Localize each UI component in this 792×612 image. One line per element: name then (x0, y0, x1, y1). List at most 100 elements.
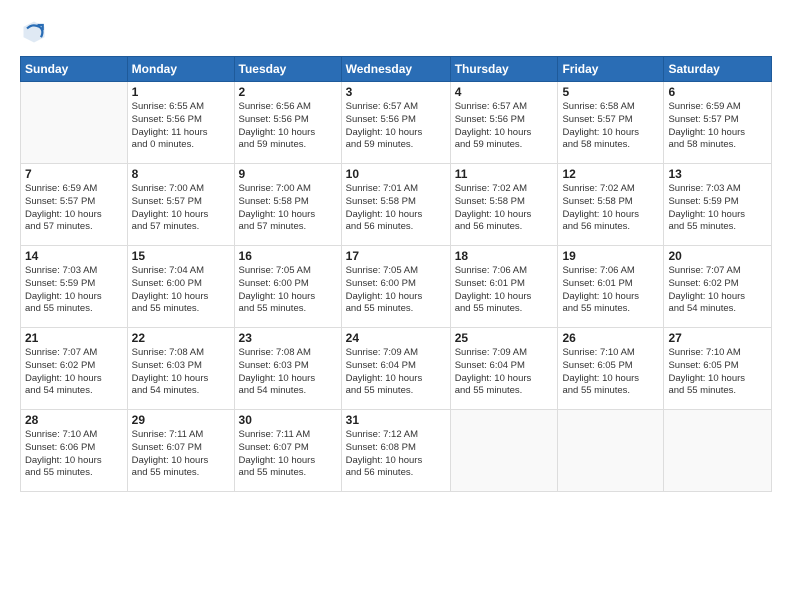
calendar-cell: 31 Sunrise: 7:12 AM Sunset: 6:08 PM Dayli… (341, 410, 450, 492)
day-number: 23 (239, 331, 337, 345)
calendar-cell: 18 Sunrise: 7:06 AM Sunset: 6:01 PM Dayli… (450, 246, 558, 328)
day-number: 8 (132, 167, 230, 181)
weekday-header-monday: Monday (127, 57, 234, 82)
calendar-cell (664, 410, 772, 492)
day-number: 24 (346, 331, 446, 345)
logo-icon (20, 18, 48, 46)
day-number: 12 (562, 167, 659, 181)
calendar-cell: 12 Sunrise: 7:02 AM Sunset: 5:58 PM Dayli… (558, 164, 664, 246)
calendar-cell: 25Sunrise: 7:09 AM Sunset: 6:04 PM Dayli… (450, 328, 558, 410)
cell-info: Sunrise: 7:07 AM Sunset: 6:02 PM Dayligh… (25, 347, 123, 398)
calendar-cell: 11Sunrise: 7:02 AM Sunset: 5:58 PM Dayli… (450, 164, 558, 246)
cell-info: Sunrise: 7:06 AM Sunset: 6:01 PM Dayligh… (562, 265, 659, 316)
day-number: 6 (668, 85, 767, 99)
day-number: 16 (239, 249, 337, 263)
calendar-cell: 4 Sunrise: 6:57 AM Sunset: 5:56 PM Daylig… (450, 82, 558, 164)
week-row-3: 14 Sunrise: 7:03 AM Sunset: 5:59 PM Dayli… (21, 246, 772, 328)
cell-info: Sunrise: 7:02 AM Sunset: 5:58 PM Dayligh… (562, 183, 659, 234)
day-number: 4 (455, 85, 554, 99)
calendar-cell: 15 Sunrise: 7:04 AM Sunset: 6:00 PM Dayli… (127, 246, 234, 328)
cell-info: Sunrise: 7:09 AM Sunset: 6:04 PM Dayligh… (455, 347, 554, 398)
calendar-cell: 27 Sunrise: 7:10 AM Sunset: 6:05 PM Dayli… (664, 328, 772, 410)
calendar-cell: 21 Sunrise: 7:07 AM Sunset: 6:02 PM Dayli… (21, 328, 128, 410)
day-number: 13 (668, 167, 767, 181)
calendar-cell: 3 Sunrise: 6:57 AM Sunset: 5:56 PM Daylig… (341, 82, 450, 164)
page: SundayMondayTuesdayWednesdayThursdayFrid… (0, 0, 792, 612)
day-number: 19 (562, 249, 659, 263)
day-number: 2 (239, 85, 337, 99)
cell-info: Sunrise: 7:10 AM Sunset: 6:06 PM Dayligh… (25, 429, 123, 480)
calendar-cell (558, 410, 664, 492)
day-number: 7 (25, 167, 123, 181)
day-number: 10 (346, 167, 446, 181)
calendar-cell: 26Sunrise: 7:10 AM Sunset: 6:05 PM Dayli… (558, 328, 664, 410)
day-number: 1 (132, 85, 230, 99)
cell-info: Sunrise: 6:55 AM Sunset: 5:56 PM Dayligh… (132, 101, 230, 152)
cell-info: Sunrise: 6:59 AM Sunset: 5:57 PM Dayligh… (668, 101, 767, 152)
day-number: 18 (455, 249, 554, 263)
day-number: 30 (239, 413, 337, 427)
calendar-cell: 20Sunrise: 7:07 AM Sunset: 6:02 PM Dayli… (664, 246, 772, 328)
cell-info: Sunrise: 7:11 AM Sunset: 6:07 PM Dayligh… (132, 429, 230, 480)
day-number: 21 (25, 331, 123, 345)
week-row-1: 1 Sunrise: 6:55 AM Sunset: 5:56 PM Daylig… (21, 82, 772, 164)
weekday-header-thursday: Thursday (450, 57, 558, 82)
calendar-cell: 2 Sunrise: 6:56 AM Sunset: 5:56 PM Daylig… (234, 82, 341, 164)
weekday-header-row: SundayMondayTuesdayWednesdayThursdayFrid… (21, 57, 772, 82)
calendar-cell: 30 Sunrise: 7:11 AM Sunset: 6:07 PM Dayli… (234, 410, 341, 492)
cell-info: Sunrise: 6:59 AM Sunset: 5:57 PM Dayligh… (25, 183, 123, 234)
day-number: 27 (668, 331, 767, 345)
day-number: 17 (346, 249, 446, 263)
weekday-header-sunday: Sunday (21, 57, 128, 82)
cell-info: Sunrise: 7:10 AM Sunset: 6:05 PM Dayligh… (668, 347, 767, 398)
weekday-header-wednesday: Wednesday (341, 57, 450, 82)
calendar-cell: 14 Sunrise: 7:03 AM Sunset: 5:59 PM Dayli… (21, 246, 128, 328)
cell-info: Sunrise: 7:05 AM Sunset: 6:00 PM Dayligh… (239, 265, 337, 316)
weekday-header-saturday: Saturday (664, 57, 772, 82)
cell-info: Sunrise: 7:10 AM Sunset: 6:05 PM Dayligh… (562, 347, 659, 398)
cell-info: Sunrise: 7:00 AM Sunset: 5:58 PM Dayligh… (239, 183, 337, 234)
calendar-cell: 17Sunrise: 7:05 AM Sunset: 6:00 PM Dayli… (341, 246, 450, 328)
cell-info: Sunrise: 7:12 AM Sunset: 6:08 PM Dayligh… (346, 429, 446, 480)
cell-info: Sunrise: 7:00 AM Sunset: 5:57 PM Dayligh… (132, 183, 230, 234)
cell-info: Sunrise: 6:57 AM Sunset: 5:56 PM Dayligh… (346, 101, 446, 152)
calendar-cell: 5 Sunrise: 6:58 AM Sunset: 5:57 PM Daylig… (558, 82, 664, 164)
cell-info: Sunrise: 7:06 AM Sunset: 6:01 PM Dayligh… (455, 265, 554, 316)
weekday-header-tuesday: Tuesday (234, 57, 341, 82)
cell-info: Sunrise: 7:01 AM Sunset: 5:58 PM Dayligh… (346, 183, 446, 234)
day-number: 3 (346, 85, 446, 99)
cell-info: Sunrise: 7:03 AM Sunset: 5:59 PM Dayligh… (668, 183, 767, 234)
cell-info: Sunrise: 7:02 AM Sunset: 5:58 PM Dayligh… (455, 183, 554, 234)
calendar-cell: 6 Sunrise: 6:59 AM Sunset: 5:57 PM Daylig… (664, 82, 772, 164)
weekday-header-friday: Friday (558, 57, 664, 82)
cell-info: Sunrise: 7:08 AM Sunset: 6:03 PM Dayligh… (239, 347, 337, 398)
calendar-cell: 10 Sunrise: 7:01 AM Sunset: 5:58 PM Dayli… (341, 164, 450, 246)
day-number: 31 (346, 413, 446, 427)
cell-info: Sunrise: 7:04 AM Sunset: 6:00 PM Dayligh… (132, 265, 230, 316)
header (20, 18, 772, 46)
cell-info: Sunrise: 6:57 AM Sunset: 5:56 PM Dayligh… (455, 101, 554, 152)
calendar-cell: 23 Sunrise: 7:08 AM Sunset: 6:03 PM Dayli… (234, 328, 341, 410)
cell-info: Sunrise: 7:11 AM Sunset: 6:07 PM Dayligh… (239, 429, 337, 480)
week-row-4: 21 Sunrise: 7:07 AM Sunset: 6:02 PM Dayli… (21, 328, 772, 410)
calendar: SundayMondayTuesdayWednesdayThursdayFrid… (20, 56, 772, 492)
day-number: 14 (25, 249, 123, 263)
cell-info: Sunrise: 7:03 AM Sunset: 5:59 PM Dayligh… (25, 265, 123, 316)
calendar-cell: 7 Sunrise: 6:59 AM Sunset: 5:57 PM Daylig… (21, 164, 128, 246)
cell-info: Sunrise: 6:58 AM Sunset: 5:57 PM Dayligh… (562, 101, 659, 152)
calendar-cell: 9Sunrise: 7:00 AM Sunset: 5:58 PM Daylig… (234, 164, 341, 246)
cell-info: Sunrise: 7:08 AM Sunset: 6:03 PM Dayligh… (132, 347, 230, 398)
cell-info: Sunrise: 7:09 AM Sunset: 6:04 PM Dayligh… (346, 347, 446, 398)
day-number: 15 (132, 249, 230, 263)
calendar-cell: 1 Sunrise: 6:55 AM Sunset: 5:56 PM Daylig… (127, 82, 234, 164)
cell-info: Sunrise: 6:56 AM Sunset: 5:56 PM Dayligh… (239, 101, 337, 152)
logo (20, 18, 52, 46)
calendar-cell (450, 410, 558, 492)
calendar-cell: 8 Sunrise: 7:00 AM Sunset: 5:57 PM Daylig… (127, 164, 234, 246)
calendar-cell: 19 Sunrise: 7:06 AM Sunset: 6:01 PM Dayli… (558, 246, 664, 328)
calendar-cell: 24 Sunrise: 7:09 AM Sunset: 6:04 PM Dayli… (341, 328, 450, 410)
day-number: 5 (562, 85, 659, 99)
calendar-cell: 22Sunrise: 7:08 AM Sunset: 6:03 PM Dayli… (127, 328, 234, 410)
calendar-cell: 16 Sunrise: 7:05 AM Sunset: 6:00 PM Dayli… (234, 246, 341, 328)
day-number: 29 (132, 413, 230, 427)
